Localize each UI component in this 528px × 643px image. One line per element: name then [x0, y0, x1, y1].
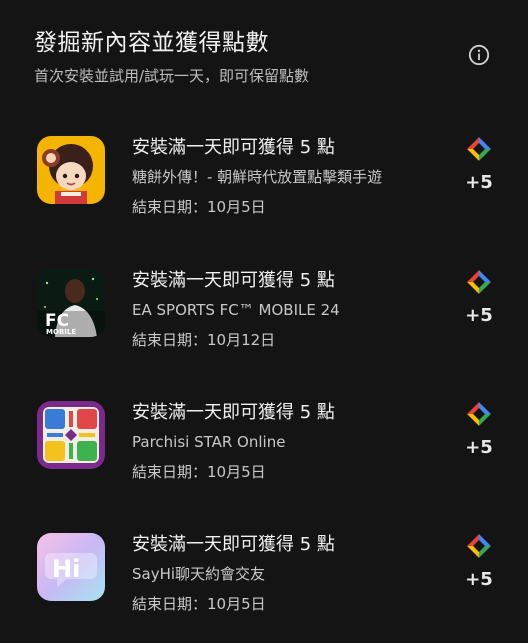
- ea-fc-mobile-app-icon: FC MOBILE: [37, 269, 105, 337]
- offer-app-name: SayHi聊天約會交友: [132, 565, 266, 583]
- reward: +5: [464, 401, 494, 458]
- cartoon-girl-app-icon: [37, 136, 105, 204]
- offer-item[interactable]: Hi 安裝滿一天即可獲得 5 點 SayHi聊天約會交友 結束日期：10月5日 …: [0, 533, 528, 643]
- reward: +5: [464, 533, 494, 590]
- page-title: 發掘新內容並獲得點數: [34, 30, 269, 56]
- reward: +5: [464, 269, 494, 326]
- offer-end-date: 結束日期：10月5日: [132, 595, 266, 613]
- reward-points: +5: [465, 172, 493, 193]
- offer-end-date: 結束日期：10月5日: [132, 198, 266, 216]
- svg-text:Hi: Hi: [52, 555, 80, 583]
- offer-app-name: Parchisi STAR Online: [132, 433, 286, 451]
- sayhi-app-icon: Hi: [37, 533, 105, 601]
- offer-app-name: EA SPORTS FC™ MOBILE 24: [132, 301, 340, 319]
- reward-points: +5: [465, 305, 493, 326]
- offer-item[interactable]: FC MOBILE 安裝滿一天即可獲得 5 點 EA SPORTS FC™ MO…: [0, 269, 528, 379]
- reward-points: +5: [465, 437, 493, 458]
- offer-title: 安裝滿一天即可獲得 5 點: [132, 270, 335, 291]
- svg-text:MOBILE: MOBILE: [46, 328, 76, 336]
- reward: +5: [464, 136, 494, 193]
- reward-points: +5: [465, 569, 493, 590]
- play-points-icon: [467, 270, 491, 294]
- parchisi-board-app-icon: [37, 401, 105, 469]
- info-icon[interactable]: [468, 44, 490, 66]
- offer-title: 安裝滿一天即可獲得 5 點: [132, 534, 335, 555]
- offer-end-date: 結束日期：10月5日: [132, 463, 266, 481]
- offer-title: 安裝滿一天即可獲得 5 點: [132, 402, 335, 423]
- offer-app-name: 糖餅外傳！- 朝鮮時代放置點擊類手遊: [132, 168, 383, 186]
- page-subtitle: 首次安裝並試用/試玩一天，即可保留點數: [34, 67, 310, 85]
- offer-item[interactable]: 安裝滿一天即可獲得 5 點 Parchisi STAR Online 結束日期：…: [0, 401, 528, 511]
- offer-title: 安裝滿一天即可獲得 5 點: [132, 137, 335, 158]
- offer-item[interactable]: 安裝滿一天即可獲得 5 點 糖餅外傳！- 朝鮮時代放置點擊類手遊 結束日期：10…: [0, 136, 528, 246]
- play-points-icon: [467, 534, 491, 558]
- play-points-icon: [467, 402, 491, 426]
- play-points-icon: [467, 137, 491, 161]
- offer-end-date: 結束日期：10月12日: [132, 331, 276, 349]
- header: 發掘新內容並獲得點數 首次安裝並試用/試玩一天，即可保留點數: [34, 28, 454, 86]
